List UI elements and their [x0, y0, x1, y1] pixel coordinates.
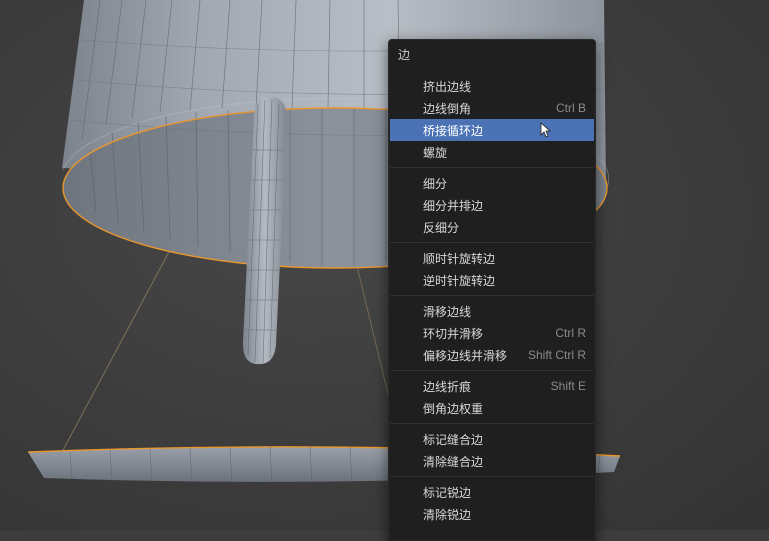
menu-item[interactable]: 清除缝合边	[390, 450, 594, 472]
menu-item-label: 倒角边权重	[423, 401, 484, 416]
menu-item-label: 细分	[423, 176, 448, 191]
menu-item-label: 细分并排边	[423, 198, 484, 213]
menu-separator	[390, 476, 594, 477]
menu-item[interactable]: 边线折痕 Shift E	[390, 375, 594, 397]
menu-item[interactable]: 倒角边权重	[390, 397, 594, 419]
menu-item-label: 环切并滑移	[423, 326, 484, 341]
menu-item-label: 标记缝合边	[423, 432, 484, 447]
menu-title: 边	[398, 48, 411, 62]
menu-item-shortcut: Ctrl R	[555, 326, 586, 340]
menu-item-shortcut: Shift Ctrl R	[527, 348, 586, 362]
menu-item[interactable]: 逆时针旋转边	[390, 269, 594, 291]
menu-item[interactable]: 螺旋	[390, 141, 594, 163]
menu-item-label: 顺时针旋转边	[423, 251, 496, 266]
mesh-scene	[27, 0, 621, 485]
menu-item-label: 反细分	[423, 220, 460, 235]
menu-item[interactable]: 标记锐边	[390, 481, 594, 503]
menu-item[interactable]: 偏移边线并滑移 Shift Ctrl R	[390, 344, 594, 366]
menu-separator	[390, 167, 594, 168]
menu-item-label: 偏移边线并滑移	[423, 348, 508, 363]
menu-item-label: 清除锐边	[423, 507, 472, 522]
menu-item-label: 清除缝合边	[423, 454, 484, 469]
menu-item[interactable]: 清除锐边	[390, 503, 594, 525]
menu-item-label: 滑移边线	[423, 304, 472, 319]
edge-context-menu: 边 挤出边线边线倒角 Ctrl B 桥接循环边螺旋细分细分并排边反细分顺时针旋转边逆…	[388, 39, 596, 541]
menu-separator	[390, 295, 594, 296]
menu-item[interactable]: 标记缝合边	[390, 428, 594, 450]
menu-item-label: 标记锐边	[423, 485, 472, 500]
menu-item-shortcut: Ctrl B	[556, 101, 586, 115]
menu-item[interactable]: 桥接循环边	[390, 119, 594, 141]
menu-item-label: 挤出边线	[423, 79, 472, 94]
menu-item[interactable]: 边线倒角 Ctrl B	[390, 97, 594, 119]
menu-separator	[390, 423, 594, 424]
menu-item[interactable]: 细分	[390, 172, 594, 194]
menu-separator	[390, 242, 594, 243]
3d-viewport[interactable]	[0, 0, 769, 530]
menu-item-label: 桥接循环边	[423, 123, 484, 138]
menu-item-label: 边线折痕	[423, 379, 472, 394]
menu-item[interactable]: 挤出边线	[390, 75, 594, 97]
menu-item-label: 边线倒角	[423, 101, 472, 116]
menu-item-label: 逆时针旋转边	[423, 273, 496, 288]
menu-item[interactable]: 细分并排边	[390, 194, 594, 216]
menu-separator	[390, 370, 594, 371]
menu-item[interactable]: 滑移边线	[390, 300, 594, 322]
menu-item-shortcut: Shift E	[550, 379, 586, 393]
menu-item[interactable]: 反细分	[390, 216, 594, 238]
menu-item[interactable]: 顺时针旋转边	[390, 247, 594, 269]
menu-item[interactable]: 环切并滑移 Ctrl R	[390, 322, 594, 344]
mouse-pointer-icon	[540, 122, 552, 138]
menu-item-label: 螺旋	[423, 145, 448, 160]
